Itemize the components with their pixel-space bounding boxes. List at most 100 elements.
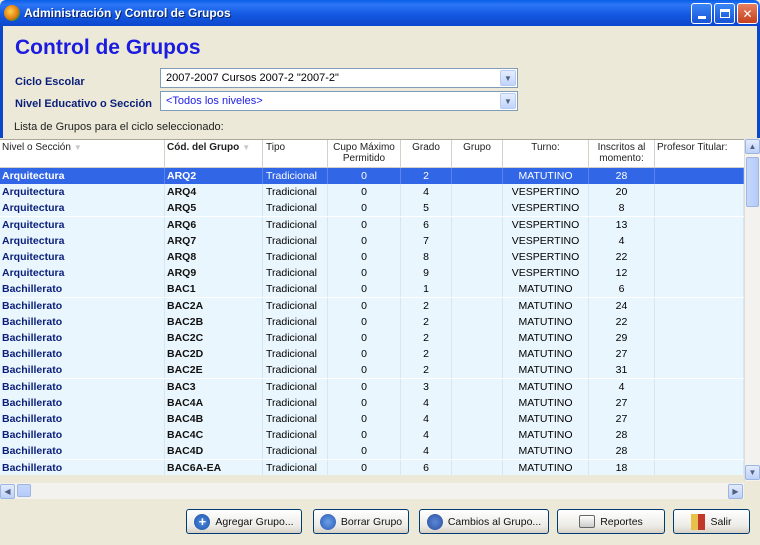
cell-profesor (655, 443, 744, 460)
cell-inscritos: 22 (589, 313, 655, 330)
cell-cupo: 0 (328, 200, 401, 217)
add-group-button[interactable]: + Agregar Grupo... (186, 509, 302, 534)
table-row[interactable]: Bachillerato BAC2E Tradicional 0 2 MATUTINO 31 (0, 362, 744, 379)
cell-cupo: 0 (328, 168, 401, 184)
cell-profesor (655, 427, 744, 444)
cell-cod: BAC2D (165, 346, 263, 363)
minimize-button[interactable] (691, 3, 712, 24)
cell-inscritos: 31 (589, 362, 655, 379)
cell-inscritos: 28 (589, 168, 655, 184)
chevron-down-icon[interactable]: ▼ (500, 93, 516, 109)
cell-nivel: Bachillerato (0, 346, 165, 363)
cell-nivel: Arquitectura (0, 184, 165, 201)
delete-icon (319, 513, 336, 530)
header-profesor[interactable]: Profesor Titular: (655, 140, 744, 168)
table-row[interactable]: Bachillerato BAC4A Tradicional 0 4 MATUTINO 27 (0, 394, 744, 411)
cell-cupo: 0 (328, 443, 401, 460)
cell-inscritos: 4 (589, 378, 655, 395)
vertical-scroll-thumb[interactable] (746, 157, 759, 207)
cell-turno: MATUTINO (503, 427, 589, 444)
header-inscritos[interactable]: Inscritos al momento: (589, 140, 655, 168)
cell-inscritos: 28 (589, 443, 655, 460)
table-row[interactable]: Bachillerato BAC1 Tradicional 0 1 MATUTINO 6 (0, 281, 744, 298)
table-row[interactable]: Bachillerato BAC3 Tradicional 0 3 MATUTINO 4 (0, 378, 744, 395)
header-nivel[interactable]: Nivel o Sección ▼ (0, 140, 165, 168)
cell-cod: BAC4C (165, 427, 263, 444)
scroll-down-button[interactable]: ▼ (745, 465, 760, 480)
cell-tipo: Tradicional (263, 459, 328, 475)
cell-nivel: Arquitectura (0, 232, 165, 249)
header-turno[interactable]: Turno: (503, 140, 589, 168)
header-grado[interactable]: Grado (401, 140, 452, 168)
cell-cupo: 0 (328, 232, 401, 249)
table-row[interactable]: Bachillerato BAC2B Tradicional 0 2 MATUTINO 22 (0, 313, 744, 330)
table-row[interactable]: Arquitectura ARQ8 Tradicional 0 8 VESPERTINO 2… (0, 249, 744, 265)
cell-profesor (655, 459, 744, 475)
cell-grupo (452, 184, 503, 201)
cell-tipo: Tradicional (263, 346, 328, 363)
header-cod[interactable]: Cód. del Grupo ▼ (165, 140, 263, 168)
table-row[interactable]: Bachillerato BAC4D Tradicional 0 4 MATUTINO 28 (0, 443, 744, 460)
cell-inscritos: 13 (589, 216, 655, 233)
groups-grid[interactable]: Nivel o Sección ▼ Cód. del Grupo ▼ Tipo Cu… (0, 139, 744, 475)
delete-group-label: Borrar Grupo (340, 515, 403, 528)
table-row[interactable]: Bachillerato BAC6A-EA Tradicional 0 6 MATUTIN… (0, 459, 744, 475)
cell-grupo (452, 443, 503, 460)
table-row[interactable]: Arquitectura ARQ5 Tradicional 0 5 VESPERTINO 8 (0, 200, 744, 217)
table-row[interactable]: Arquitectura ARQ7 Tradicional 0 7 VESPERTINO 4 (0, 232, 744, 249)
cell-nivel: Arquitectura (0, 200, 165, 217)
scroll-right-button[interactable]: ▶ (728, 484, 743, 499)
cell-cupo: 0 (328, 281, 401, 298)
cell-tipo: Tradicional (263, 427, 328, 444)
cell-grupo (452, 378, 503, 395)
cell-turno: MATUTINO (503, 330, 589, 346)
table-row[interactable]: Arquitectura ARQ9 Tradicional 0 9 VESPERTINO 1… (0, 265, 744, 282)
table-row[interactable]: Bachillerato BAC4B Tradicional 0 4 MATUTINO 27 (0, 411, 744, 427)
close-button[interactable]: ✕ (737, 3, 758, 24)
title-bar[interactable]: Administración y Control de Grupos ✕ (0, 0, 760, 26)
table-row[interactable]: Arquitectura ARQ6 Tradicional 0 6 VESPERTINO 1… (0, 216, 744, 233)
list-caption: Lista de Grupos para el ciclo selecciona… (14, 121, 224, 133)
header-profesor-label: Profesor Titular: (657, 142, 728, 153)
cell-grupo (452, 281, 503, 298)
cell-profesor (655, 249, 744, 265)
cell-grupo (452, 330, 503, 346)
cell-nivel: Bachillerato (0, 378, 165, 395)
horizontal-scrollbar[interactable]: ◀ ▶ (0, 483, 744, 499)
app-icon (4, 5, 20, 21)
edit-group-button[interactable]: Cambios al Grupo... (419, 509, 549, 534)
scroll-up-button[interactable]: ▲ (745, 139, 760, 154)
reports-button[interactable]: Reportes (557, 509, 665, 534)
table-row[interactable]: Bachillerato BAC4C Tradicional 0 4 MATUTINO 28 (0, 427, 744, 444)
delete-group-button[interactable]: Borrar Grupo (313, 509, 409, 534)
header-grupo[interactable]: Grupo (452, 140, 503, 168)
header-cupo[interactable]: Cupo Máximo Permitido (328, 140, 401, 168)
cell-cupo: 0 (328, 394, 401, 411)
table-row[interactable]: Arquitectura ARQ4 Tradicional 0 4 VESPERTINO 2… (0, 184, 744, 201)
horizontal-scroll-thumb[interactable] (17, 484, 31, 497)
table-row[interactable]: Bachillerato BAC2D Tradicional 0 2 MATUTINO 27 (0, 346, 744, 363)
table-row[interactable]: Bachillerato BAC2C Tradicional 0 2 MATUTINO 29 (0, 330, 744, 346)
cell-nivel: Bachillerato (0, 394, 165, 411)
table-row[interactable]: Arquitectura ARQ2 Tradicional 0 2 MATUTINO 28 (0, 168, 744, 184)
cell-turno: MATUTINO (503, 394, 589, 411)
vertical-scrollbar[interactable]: ▲ ▼ (744, 139, 760, 481)
scroll-left-button[interactable]: ◀ (0, 484, 15, 499)
cell-turno: MATUTINO (503, 281, 589, 298)
exit-button[interactable]: Salir (673, 509, 750, 534)
cell-turno: VESPERTINO (503, 265, 589, 282)
cell-inscritos: 29 (589, 330, 655, 346)
nivel-select[interactable]: <Todos los niveles> ▼ (160, 91, 518, 111)
cell-grado: 4 (401, 184, 452, 201)
cell-nivel: Bachillerato (0, 459, 165, 475)
cell-inscritos: 20 (589, 184, 655, 201)
cell-inscritos: 27 (589, 411, 655, 427)
chevron-down-icon[interactable]: ▼ (500, 70, 516, 86)
cell-profesor (655, 394, 744, 411)
ciclo-select[interactable]: 2007-2007 Cursos 2007-2 "2007-2" ▼ (160, 68, 518, 88)
add-group-label: Agregar Grupo... (215, 515, 294, 528)
header-tipo[interactable]: Tipo (263, 140, 328, 168)
table-row[interactable]: Bachillerato BAC2A Tradicional 0 2 MATUTINO 24 (0, 297, 744, 314)
maximize-button[interactable] (714, 3, 735, 24)
cell-grado: 2 (401, 330, 452, 346)
